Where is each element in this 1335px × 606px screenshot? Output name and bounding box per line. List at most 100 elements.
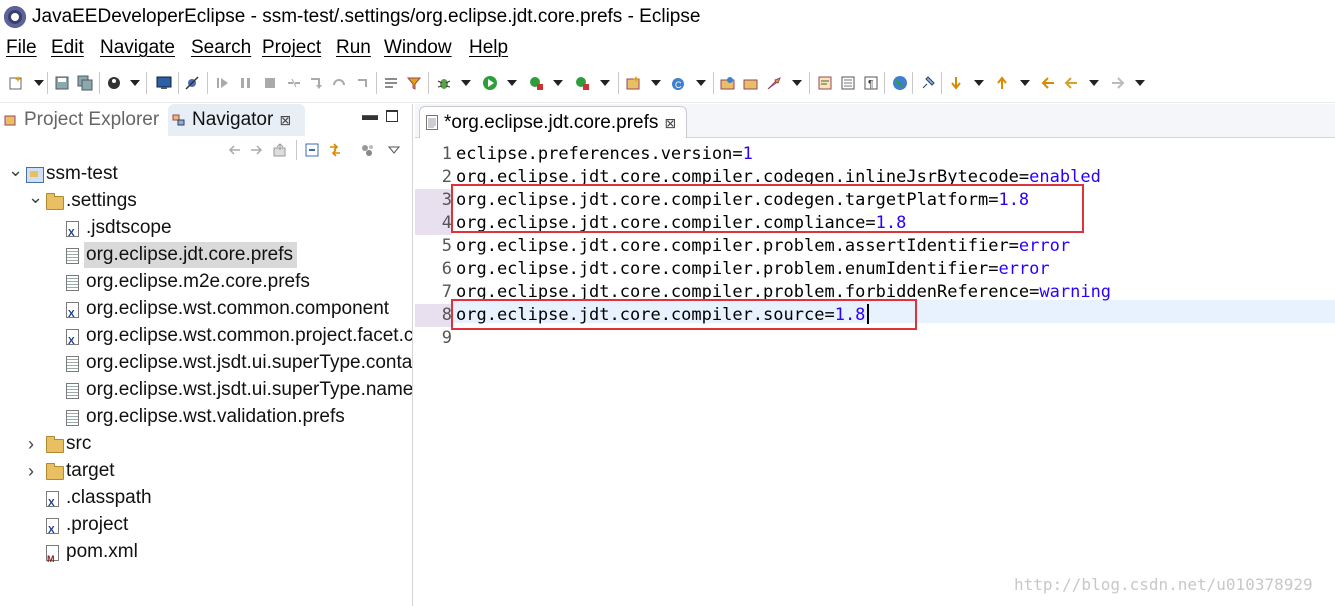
search-icon[interactable] [766, 75, 782, 91]
chevron-down-icon[interactable]: ⌄ [28, 184, 43, 210]
back-dropdown-icon[interactable] [1089, 80, 1099, 86]
view-menu-icon[interactable] [388, 144, 400, 156]
tree-item[interactable]: org.eclipse.m2e.core.prefs [0, 269, 412, 295]
close-icon[interactable]: ⊠ [664, 115, 676, 131]
show-whitespace-icon[interactable]: ¶ [863, 75, 879, 91]
debug-perspective-icon[interactable] [106, 75, 122, 91]
new-class-icon[interactable]: C [670, 75, 686, 91]
search-dropdown-icon[interactable] [792, 80, 802, 86]
tree-item[interactable]: org.eclipse.wst.common.project.facet.cor… [0, 323, 412, 355]
save-all-icon[interactable] [77, 75, 93, 91]
new-icon[interactable] [8, 75, 24, 91]
menu-project[interactable]: Project [262, 37, 321, 59]
perspective-dropdown-icon[interactable] [130, 80, 140, 86]
maximize-icon[interactable] [386, 110, 398, 122]
tree-item[interactable]: org.eclipse.wst.jsdt.ui.superType.contai… [0, 350, 412, 376]
skip-breakpoints-icon[interactable] [184, 75, 200, 91]
main-toolbar: C ¶ [0, 66, 1335, 103]
minimize-icon[interactable]: ▬ [362, 107, 378, 125]
terminate-icon[interactable] [262, 75, 278, 91]
menu-edit[interactable]: Edit [51, 37, 84, 59]
menu-navigate[interactable]: Navigate [100, 37, 175, 59]
new-class-dropdown-icon[interactable] [696, 80, 706, 86]
xml-file-icon [46, 518, 59, 544]
new-java-project-icon[interactable] [625, 75, 641, 91]
property-key: org.eclipse.jdt.core.compiler.problem.as… [456, 236, 1019, 256]
external-tools-icon[interactable] [574, 75, 590, 91]
save-icon[interactable] [54, 75, 70, 91]
tab-navigator[interactable]: Navigator ⊠ [168, 104, 306, 136]
debug-dropdown-icon[interactable] [461, 80, 471, 86]
tree-item[interactable]: › target [0, 458, 412, 484]
editor-tab-jdt-core-prefs[interactable]: *org.eclipse.jdt.core.prefs ⊠ [419, 106, 688, 138]
tree-item[interactable]: org.eclipse.wst.jsdt.ui.superType.name [0, 377, 412, 403]
debug-icon[interactable] [436, 75, 452, 91]
tree-item-label: .classpath [66, 487, 152, 508]
external-tools-dropdown-icon[interactable] [600, 80, 610, 86]
open-type-icon[interactable] [720, 75, 736, 91]
tree-item[interactable]: org.eclipse.wst.common.component [0, 296, 412, 328]
tree-item[interactable]: .jsdtscope [0, 215, 412, 247]
console-icon[interactable] [156, 75, 172, 91]
open-folder-icon[interactable] [743, 75, 759, 91]
tree-item[interactable]: .project [0, 512, 412, 544]
go-up-icon[interactable] [272, 142, 288, 158]
previous-annotation-icon[interactable] [994, 75, 1010, 91]
back-icon[interactable] [1063, 75, 1079, 91]
coverage-dropdown-icon[interactable] [553, 80, 563, 86]
coverage-icon[interactable] [528, 75, 544, 91]
web-browser-icon[interactable] [892, 75, 908, 91]
disconnect-icon[interactable] [286, 75, 302, 91]
next-annotation-icon[interactable] [948, 75, 964, 91]
run-dropdown-icon[interactable] [507, 80, 517, 86]
back-icon[interactable] [226, 142, 242, 158]
link-with-editor-icon[interactable] [327, 142, 343, 158]
tree-item[interactable]: org.eclipse.jdt.core.prefs [0, 242, 412, 268]
forward-dropdown-icon[interactable] [1135, 80, 1145, 86]
tab-project-explorer[interactable]: Project Explorer [4, 104, 159, 136]
toggle-block-selection-icon[interactable] [840, 75, 856, 91]
property-value: error [1018, 236, 1071, 256]
run-icon[interactable] [482, 75, 498, 91]
forward-icon[interactable] [249, 142, 265, 158]
last-edit-location-icon[interactable] [1040, 75, 1056, 91]
suspend-icon[interactable] [238, 75, 254, 91]
tree-item[interactable]: .classpath [0, 485, 412, 517]
menu-window[interactable]: Window [384, 37, 452, 59]
tree-item[interactable]: ⌄ .settings [0, 187, 412, 214]
tree-item[interactable]: › src [0, 431, 412, 457]
toolbar-separator [207, 72, 208, 94]
menu-search[interactable]: Search [191, 37, 251, 59]
step-return-icon[interactable] [354, 75, 370, 91]
filters-icon[interactable] [360, 142, 376, 158]
chevron-right-icon[interactable]: › [28, 458, 34, 484]
toolbar-separator [912, 72, 913, 94]
close-icon[interactable]: ⊠ [279, 112, 291, 128]
tree-item[interactable]: org.eclipse.wst.validation.prefs [0, 404, 412, 430]
chevron-right-icon[interactable]: › [28, 431, 34, 457]
tree-item[interactable]: pom.xml [0, 539, 412, 572]
toolbar-separator [428, 72, 429, 94]
pin-editor-icon[interactable] [920, 75, 936, 91]
next-annotation-dropdown-icon[interactable] [974, 80, 984, 86]
navigator-tree: ⌄ssm-test⌄.settings.jsdtscopeorg.eclipse… [0, 161, 412, 601]
forward-icon[interactable] [1110, 75, 1126, 91]
tree-item[interactable]: ⌄ ssm-test [0, 161, 412, 187]
collapse-all-icon[interactable] [304, 142, 320, 158]
step-into-icon[interactable] [308, 75, 324, 91]
toggle-mark-occurrences-icon[interactable] [817, 75, 833, 91]
resume-icon[interactable] [214, 75, 230, 91]
editor-tab-bar: *org.eclipse.jdt.core.prefs ⊠ [415, 104, 1335, 138]
new-dropdown-icon[interactable] [34, 80, 44, 86]
new-project-dropdown-icon[interactable] [651, 80, 661, 86]
toolbar-separator [713, 72, 714, 94]
menu-run[interactable]: Run [336, 37, 371, 59]
step-over-icon[interactable] [331, 75, 347, 91]
use-step-filters-icon[interactable] [406, 75, 422, 91]
menu-help[interactable]: Help [469, 37, 508, 59]
toolbar-separator [618, 72, 619, 94]
previous-annotation-dropdown-icon[interactable] [1020, 80, 1030, 86]
chevron-down-icon[interactable]: ⌄ [8, 161, 23, 183]
menu-file[interactable]: File [6, 37, 37, 59]
drop-to-frame-icon[interactable] [383, 75, 399, 91]
